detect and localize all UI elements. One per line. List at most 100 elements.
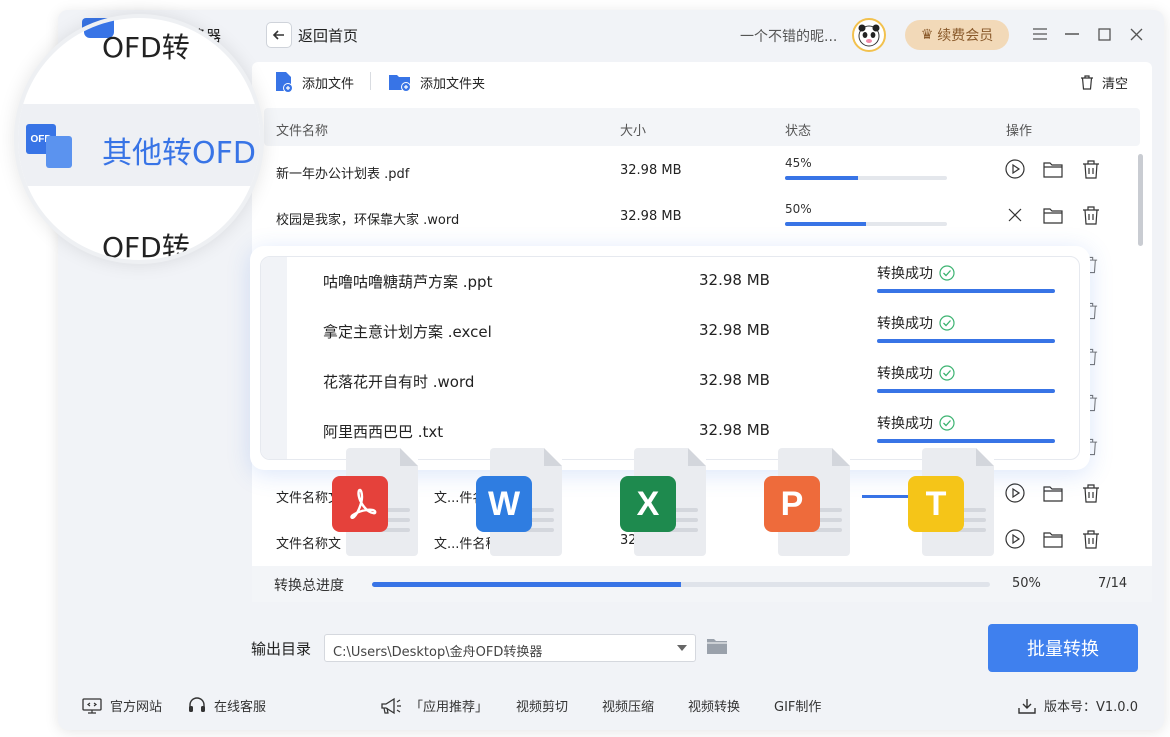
list-item: 花落花开自有时 .word 32.98 MB 转换成功: [261, 357, 1079, 407]
total-percent: 50%: [1012, 576, 1041, 591]
progress-bar: [877, 289, 1055, 293]
progress-bar: [877, 389, 1055, 393]
delete-button[interactable]: [1080, 204, 1102, 226]
sidebar-item-other-to-ofd[interactable]: 其他转OFD: [102, 128, 256, 172]
monitor-icon: [82, 697, 102, 714]
support-label: 在线客服: [214, 700, 267, 715]
ofd-convert-icon: OFD: [26, 122, 82, 170]
file-size: 32.98 MB: [699, 321, 770, 339]
file-size: 32.98 MB: [699, 371, 770, 389]
table-row: 校园是我家，环保靠大家 .word 32.98 MB 50%: [264, 194, 1140, 240]
row-actions: [1004, 482, 1102, 504]
file-name: 新一年办公计划表 .pdf: [276, 167, 410, 182]
row-actions: [1004, 204, 1102, 226]
scrollbar[interactable]: [1138, 154, 1143, 246]
list-item: 咕噜咕噜糖葫芦方案 .ppt 32.98 MB 转换成功: [261, 257, 1079, 307]
sidebar-item-ofd-to[interactable]: OFD转: [102, 26, 190, 66]
footer-link-video-cut[interactable]: 视频剪切: [516, 696, 568, 715]
output-path-select[interactable]: C:\Users\Desktop\金舟OFD转换器: [324, 634, 696, 662]
footer-link-video-convert[interactable]: 视频转换: [688, 696, 740, 715]
play-button[interactable]: [1004, 158, 1026, 180]
maximize-icon: [1097, 27, 1111, 41]
add-folder-icon: [389, 75, 411, 92]
total-count: 7/14: [1098, 576, 1128, 591]
toolbar-divider: [370, 72, 371, 90]
status: 转换成功: [877, 413, 955, 433]
status-label: 转换成功: [877, 366, 933, 382]
add-file-icon: [276, 72, 293, 93]
check-circle-icon: [939, 315, 955, 331]
txt-icon: T: [908, 476, 964, 532]
file-name: 花落花开自有时 .word: [323, 373, 475, 391]
close-button[interactable]: [1126, 24, 1146, 44]
col-size: 大小: [620, 124, 647, 139]
play-button[interactable]: [1004, 528, 1026, 550]
completed-list: 咕噜咕噜糖葫芦方案 .ppt 32.98 MB 转换成功 拿定主意计划方案 .e…: [260, 256, 1080, 460]
folder-icon: [1043, 161, 1063, 178]
add-file-button[interactable]: 添加文件: [274, 70, 354, 94]
table-row: 新一年办公计划表 .pdf 32.98 MB 45%: [264, 148, 1140, 194]
txt-file-tile: T: [908, 448, 994, 556]
progress-bar: [785, 222, 947, 226]
status: 转换成功: [877, 263, 955, 283]
username[interactable]: 一个不错的昵...: [740, 26, 837, 46]
panda-avatar-icon: [858, 24, 880, 47]
row-actions: [1004, 158, 1102, 180]
app-recommend[interactable]: 「应用推荐」: [380, 696, 488, 715]
minimize-button[interactable]: [1062, 24, 1082, 44]
list-item: 拿定主意计划方案 .excel 32.98 MB 转换成功: [261, 307, 1079, 357]
sidebar-item-ofd-to-2[interactable]: OFD转: [102, 226, 190, 260]
open-folder-button[interactable]: [1042, 158, 1064, 180]
menu-button[interactable]: [1030, 24, 1050, 44]
hamburger-icon: [1033, 28, 1047, 40]
page-fold: [976, 448, 994, 466]
headset-icon: [189, 696, 205, 712]
crown-icon: ♛: [920, 27, 934, 43]
page-fold: [688, 448, 706, 466]
play-button[interactable]: [1004, 482, 1026, 504]
x-icon: [1008, 208, 1022, 222]
total-progress-fill: [372, 582, 681, 587]
clear-button[interactable]: 清空: [1080, 70, 1128, 94]
play-icon: [1005, 529, 1025, 549]
folder-icon: [1043, 207, 1063, 224]
delete-button[interactable]: [1080, 482, 1102, 504]
output-path: C:\Users\Desktop\金舟OFD转换器: [333, 645, 543, 660]
delete-button[interactable]: [1080, 158, 1102, 180]
add-folder-button[interactable]: 添加文件夹: [388, 70, 485, 94]
open-folder-button[interactable]: [1042, 528, 1064, 550]
progress-percent: 50%: [785, 202, 812, 216]
page-fold: [544, 448, 562, 466]
website-link[interactable]: 官方网站: [82, 696, 162, 715]
browse-folder-button[interactable]: [706, 637, 728, 659]
clear-label: 清空: [1102, 76, 1129, 92]
pdf-file-tile: [332, 448, 418, 556]
file-size: 32.98 MB: [620, 209, 682, 224]
maximize-button[interactable]: [1094, 24, 1114, 44]
delete-button[interactable]: [1080, 528, 1102, 550]
vip-button[interactable]: ♛ 续费会员: [905, 20, 1009, 50]
completed-files-card: 咕噜咕噜糖葫芦方案 .ppt 32.98 MB 转换成功 拿定主意计划方案 .e…: [250, 246, 1090, 470]
cancel-button[interactable]: [1004, 204, 1026, 226]
back-label[interactable]: 返回首页: [298, 25, 358, 46]
word-file-tile: W: [476, 448, 562, 556]
open-folder-button[interactable]: [1042, 482, 1064, 504]
ppt-file-tile: P: [764, 448, 850, 556]
status: 转换成功: [877, 363, 955, 383]
file-name: 校园是我家，环保靠大家 .word: [276, 213, 460, 228]
version-label: 版本号：V1.0.0: [1044, 700, 1138, 715]
version-info[interactable]: 版本号：V1.0.0: [1018, 696, 1138, 715]
footer-link-video-compress[interactable]: 视频压缩: [602, 696, 654, 715]
folder-icon: [1043, 531, 1063, 548]
footer-link-gif[interactable]: GIF制作: [774, 696, 821, 715]
back-button[interactable]: [266, 22, 292, 48]
avatar[interactable]: [852, 18, 886, 52]
word-icon: W: [476, 476, 532, 532]
support-link[interactable]: 在线客服: [188, 696, 266, 715]
acrobat-icon: [350, 488, 377, 520]
file-name: 拿定主意计划方案 .excel: [323, 323, 492, 341]
open-folder-button[interactable]: [1042, 204, 1064, 226]
batch-convert-button[interactable]: 批量转换: [988, 624, 1138, 672]
excel-icon: X: [620, 476, 676, 532]
status-label: 转换成功: [877, 266, 933, 282]
